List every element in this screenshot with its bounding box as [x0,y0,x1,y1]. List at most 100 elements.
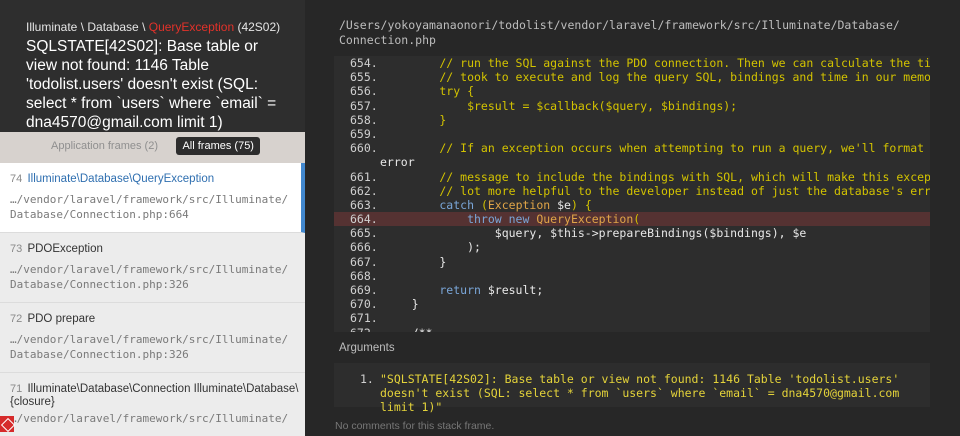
frame-path: …/vendor/laravel/framework/src/Illuminat… [10,263,289,276]
code-line: 661. // message to include the bindings … [334,170,930,184]
code-panel: /Users/yokoyamanaonori/todolist/vendor/l… [305,0,960,436]
frame-path: …/vendor/laravel/framework/src/Illuminat… [10,412,289,425]
line-number: 662. [350,183,378,198]
frame-index: 72 [10,313,23,325]
code-token: // took to execute and log the query SQL… [384,70,930,85]
file-name: Connection.php [339,33,436,47]
code-token: try { [384,84,475,99]
code-line: 667. } [334,255,930,269]
code-line: 665. $query, $this->prepareBindings($bin… [334,226,930,240]
file-path: /Users/yokoyamanaonori/todolist/vendor/l… [339,18,900,48]
code-line: 672. /** [334,326,930,332]
code-token: ( [480,197,488,212]
frame-file: Database/Connection.php:326 [10,348,189,361]
line-number: 671. [350,311,378,326]
frame-index: 73 [10,243,23,255]
frame-class: PDO prepare [27,313,96,325]
no-comments-note: No comments for this stack frame. [335,420,495,432]
line-code: // run the SQL against the PDO connectio… [384,56,930,70]
line-code: // took to execute and log the query SQL… [384,70,930,84]
frame-item[interactable]: 71 Illuminate\Database\Connection Illumi… [0,373,305,436]
exception-code: (42S02) [234,20,281,34]
line-number: 661. [350,169,378,184]
code-token: catch [384,197,481,212]
line-code: catch (Exception $e) { [384,197,592,212]
code-line: 655. // took to execute and log the quer… [334,70,930,84]
line-code: // message to include the bindings with … [384,170,930,184]
code-line: 663. catch (Exception $e) { [334,198,930,212]
line-number: 654. [350,56,378,70]
code-token: } [384,112,447,127]
file-directory: /Users/yokoyamanaonori/todolist/vendor/l… [339,18,900,32]
code-token: // If an exception occurs when attemptin… [384,141,930,156]
line-code: // lot more helpful to the developer ins… [384,184,930,198]
code-line: 660. // If an exception occurs when atte… [334,141,930,155]
frame-index: 71 [10,383,23,395]
code-token: throw new [384,212,537,227]
code-token: // run the SQL against the PDO connectio… [384,56,930,70]
arguments-title: Arguments [339,342,395,354]
line-number: 659. [350,126,378,141]
line-code: try { [384,84,474,98]
frame-path: …/vendor/laravel/framework/src/Illuminat… [10,333,289,346]
frame-class: PDOException [27,243,103,255]
code-token: ); [384,240,481,255]
code-token: return [384,283,488,297]
code-line: error [334,155,930,169]
line-number: 669. [350,283,378,297]
line-number: 655. [350,70,378,85]
frame-class-continued: {closure} [10,396,55,408]
code-line: 658. } [334,113,930,127]
code-line: 669. return $result; [334,283,930,297]
frame-item[interactable]: 72 PDO prepare …/vendor/laravel/framewor… [0,303,305,373]
code-token: /** [384,326,433,332]
code-token: ) { [570,197,592,212]
line-code: } [384,255,446,269]
line-number: 667. [350,254,378,269]
exception-message: SQLSTATE[42S02]: Base table or view not … [26,38,277,131]
code-token: $result = $callback($query, $bindings); [384,98,738,113]
code-token: } [384,297,419,312]
line-number: 658. [350,112,378,127]
exception-header: Illuminate \ Database \ QueryException (… [0,0,305,132]
frame-index: 74 [10,173,23,185]
code-line: 670. } [334,297,930,311]
frame-item[interactable]: 74 Illuminate\Database\QueryException …/… [0,163,305,233]
error-badge-icon [0,416,14,432]
frame-item[interactable]: 73 PDOException …/vendor/laravel/framewo… [0,233,305,303]
code-token: ( [633,212,641,227]
line-code: // If an exception occurs when attemptin… [384,141,930,155]
line-number: 666. [350,240,378,255]
code-line: 654. // run the SQL against the PDO conn… [334,56,930,70]
line-number: 656. [350,84,378,99]
code-snippet: 654. // run the SQL against the PDO conn… [334,56,930,332]
code-token: } [384,254,447,269]
line-number: 657. [350,98,378,113]
line-number: 660. [350,141,378,156]
line-number: 672. [350,326,378,332]
code-line: 656. try { [334,84,930,98]
code-line: 666. ); [334,240,930,254]
line-code: throw new QueryException( [384,212,640,226]
frame-file: Database/Connection.php:326 [10,278,189,291]
code-line: 662. // lot more helpful to the develope… [334,184,930,198]
frame-class: Illuminate\Database\Connection Illuminat… [27,383,299,395]
frame-file: Database/Connection.php:664 [10,208,189,221]
line-code: return $result; [384,283,543,297]
code-token: $query, $this->prepareBindings($bindings… [384,226,807,241]
line-number: 665. [350,226,378,241]
frame-path: …/vendor/laravel/framework/src/Illuminat… [10,193,289,206]
frame-class: Illuminate\Database\QueryException [27,173,215,185]
code-token: // message to include the bindings with … [384,169,930,184]
line-code: ); [384,240,481,254]
code-token: $e [557,197,571,212]
frame-filter-bar: Application frames (2) All frames (75) [0,132,305,163]
exception-namespace: Illuminate \ Database \ [26,20,149,34]
line-code: } [384,297,419,311]
application-frames-filter[interactable]: Application frames (2) [45,137,164,155]
line-code: } [384,113,446,127]
frames-list: 74 Illuminate\Database\QueryException …/… [0,163,305,436]
all-frames-filter[interactable]: All frames (75) [176,137,260,155]
code-line: 664. throw new QueryException( [334,212,930,227]
exception-class: QueryException [148,20,235,34]
